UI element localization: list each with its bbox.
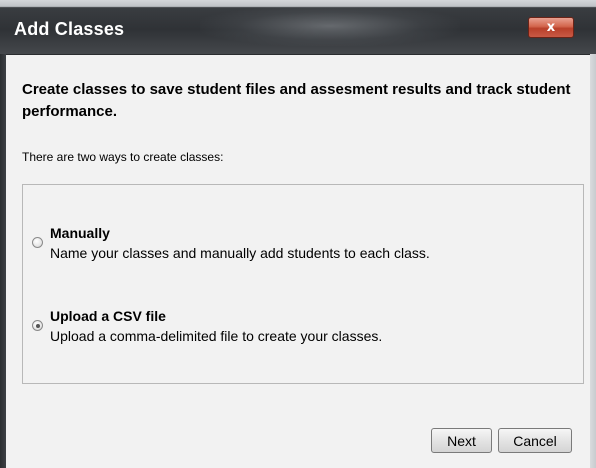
option-description: Name your classes and manually add stude… bbox=[50, 245, 430, 261]
options-group: Manually Name your classes and manually … bbox=[22, 184, 584, 384]
radio-manually[interactable] bbox=[32, 237, 43, 248]
add-classes-dialog: Add Classes x Create classes to save stu… bbox=[0, 0, 596, 468]
close-icon: x bbox=[546, 20, 556, 35]
option-manually[interactable]: Manually Name your classes and manually … bbox=[23, 225, 583, 269]
dialog-content: Create classes to save student files and… bbox=[6, 55, 590, 468]
title-bar[interactable]: Add Classes x bbox=[0, 0, 596, 55]
option-title: Manually bbox=[50, 225, 110, 241]
subtext: There are two ways to create classes: bbox=[22, 150, 224, 164]
title-bar-glow bbox=[200, 6, 460, 46]
radio-upload-csv[interactable] bbox=[32, 320, 43, 331]
next-button[interactable]: Next bbox=[431, 428, 492, 453]
window-frame-right bbox=[590, 54, 596, 468]
dialog-title: Add Classes bbox=[14, 19, 125, 39]
cancel-button[interactable]: Cancel bbox=[498, 428, 572, 453]
close-button[interactable]: x bbox=[528, 17, 574, 38]
option-upload-csv[interactable]: Upload a CSV file Upload a comma-delimit… bbox=[23, 308, 583, 352]
option-description: Upload a comma-delimited file to create … bbox=[50, 328, 383, 344]
option-title: Upload a CSV file bbox=[50, 308, 166, 324]
intro-text: Create classes to save student files and… bbox=[22, 81, 571, 120]
